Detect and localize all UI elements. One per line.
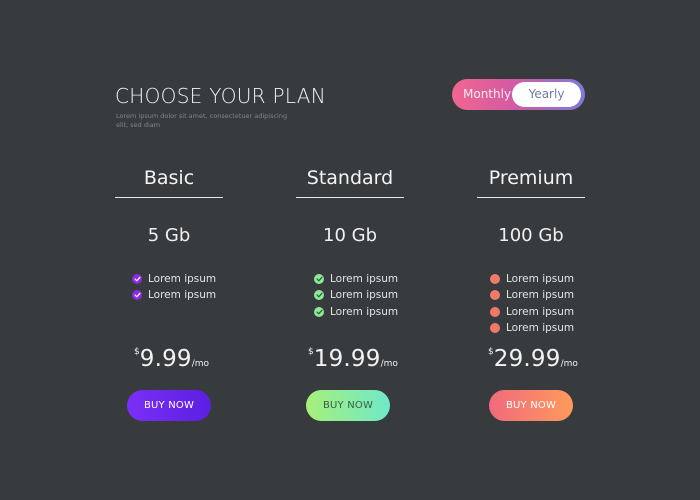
feature-label: Lorem ipsum	[148, 273, 217, 286]
feature-item: Lorem ipsum	[490, 304, 574, 320]
billing-toggle[interactable]: Monthly Yearly	[452, 79, 585, 110]
toggle-monthly-option[interactable]: Monthly	[463, 79, 511, 110]
feature-label: Lorem ipsum	[506, 289, 575, 302]
dot-icon	[490, 274, 500, 285]
plan-divider	[296, 197, 404, 198]
plan-price: $9.99/mo	[134, 346, 209, 372]
buy-now-button-basic[interactable]: BUY NOW	[127, 390, 211, 421]
feature-item: Lorem ipsum	[490, 287, 574, 303]
plan-price: $19.99/mo	[308, 346, 398, 372]
plan-name: Basic	[143, 167, 195, 189]
dot-icon	[490, 306, 500, 317]
dot-icon	[490, 290, 500, 301]
feature-list: Lorem ipsum Lorem ipsum Lorem ipsum	[314, 271, 398, 320]
feature-label: Lorem ipsum	[506, 273, 575, 286]
feature-label: Lorem ipsum	[330, 273, 399, 286]
plan-storage: 10 Gb	[323, 225, 377, 246]
buy-now-button-premium[interactable]: BUY NOW	[489, 390, 573, 421]
toggle-yearly-option[interactable]: Yearly	[512, 82, 581, 107]
check-icon	[132, 290, 142, 301]
price-period: /mo	[380, 359, 398, 369]
plan-card-standard: Standard 10 Gb Lorem ipsum Lorem ipsum L	[295, 163, 405, 421]
price-period: /mo	[560, 359, 578, 369]
plan-name: Standard	[306, 167, 394, 189]
feature-list: Lorem ipsum Lorem ipsum	[132, 271, 216, 304]
price-currency: $	[488, 347, 494, 357]
feature-item: Lorem ipsum	[490, 271, 574, 287]
price-period: /mo	[191, 359, 210, 369]
feature-item: Lorem ipsum	[132, 287, 216, 303]
page-subtitle: Lorem ipsum dolor sit amet, consectetuer…	[116, 112, 288, 129]
price-amount: 19.99	[313, 346, 381, 372]
feature-label: Lorem ipsum	[330, 289, 399, 302]
feature-list: Lorem ipsum Lorem ipsum Lorem ipsum Lore…	[490, 271, 574, 336]
feature-label: Lorem ipsum	[506, 305, 575, 318]
price-currency: $	[308, 347, 314, 357]
feature-item: Lorem ipsum	[490, 320, 574, 336]
price-amount: 29.99	[493, 346, 561, 372]
feature-item: Lorem ipsum	[314, 271, 398, 287]
feature-item: Lorem ipsum	[314, 304, 398, 320]
feature-label: Lorem ipsum	[506, 322, 575, 335]
feature-item: Lorem ipsum	[132, 271, 216, 287]
dot-icon	[490, 323, 500, 334]
check-icon	[314, 290, 324, 301]
plan-card-premium: Premium 100 Gb Lorem ipsum Lorem ipsum L…	[476, 163, 586, 421]
plan-divider	[477, 197, 585, 198]
check-icon	[132, 274, 142, 285]
plan-name: Premium	[488, 167, 574, 189]
feature-label: Lorem ipsum	[148, 289, 217, 302]
page-title: CHOOSE YOUR PLAN	[115, 84, 327, 108]
buy-now-button-standard[interactable]: BUY NOW	[306, 390, 390, 421]
feature-item: Lorem ipsum	[314, 287, 398, 303]
pricing-page: CHOOSE YOUR PLAN Lorem ipsum dolor sit a…	[0, 0, 700, 500]
check-icon	[314, 274, 324, 285]
plan-card-basic: Basic 5 Gb Lorem ipsum Lorem ipsum $9.99…	[114, 163, 224, 421]
plan-storage: 5 Gb	[147, 225, 191, 246]
price-currency: $	[134, 347, 140, 357]
check-icon	[314, 306, 324, 317]
plan-divider	[115, 197, 223, 198]
plan-price: $29.99/mo	[488, 346, 578, 372]
plan-storage: 100 Gb	[498, 225, 564, 246]
feature-label: Lorem ipsum	[330, 305, 399, 318]
price-amount: 9.99	[139, 346, 192, 372]
